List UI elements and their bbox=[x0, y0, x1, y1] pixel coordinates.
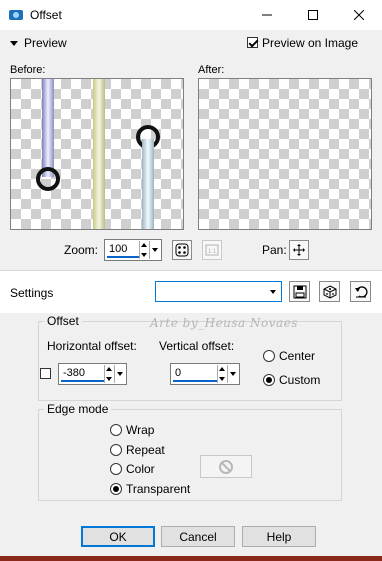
edge-repeat-label: Repeat bbox=[126, 442, 165, 457]
collapse-triangle-icon bbox=[10, 41, 18, 47]
horizontal-offset-label: Horizontal offset: bbox=[47, 339, 137, 353]
radio-selected-icon bbox=[263, 373, 275, 386]
zoom-label: Zoom: bbox=[64, 243, 99, 257]
offset-center-radio[interactable]: Center bbox=[263, 348, 315, 363]
settings-label: Settings bbox=[10, 286, 54, 300]
horizontal-offset-dropdown-arrow[interactable] bbox=[114, 365, 125, 383]
radio-icon bbox=[110, 462, 122, 475]
watermark-text: Arte by_Heusa Novaes bbox=[150, 316, 298, 330]
before-preview-image bbox=[36, 79, 160, 229]
zoom-to-fit-button[interactable] bbox=[172, 240, 192, 260]
vertical-offset-dropdown-arrow[interactable] bbox=[227, 365, 238, 383]
zoom-fit-icon bbox=[175, 243, 189, 257]
cancel-button[interactable]: Cancel bbox=[161, 526, 235, 547]
vertical-offset-spin-arrows[interactable] bbox=[217, 365, 227, 383]
dice-icon bbox=[323, 284, 336, 299]
horizontal-offset-value: -380 bbox=[63, 367, 86, 379]
maximize-button[interactable] bbox=[290, 0, 336, 30]
after-label: After: bbox=[198, 64, 225, 76]
help-button[interactable]: Help bbox=[242, 526, 316, 547]
offset-custom-label: Custom bbox=[279, 372, 321, 387]
reset-icon bbox=[354, 285, 368, 298]
zoom-spinbox[interactable]: 100 bbox=[104, 239, 162, 261]
preview-on-image-checkbox[interactable]: Preview on Image bbox=[246, 35, 358, 50]
horizontal-offset-spinbox[interactable]: -380 bbox=[58, 363, 127, 385]
edge-mode-group-label: Edge mode bbox=[44, 402, 112, 416]
no-color-icon bbox=[219, 459, 233, 474]
radio-selected-icon bbox=[110, 482, 122, 495]
move-arrows-icon bbox=[293, 244, 305, 256]
svg-text:1:1: 1:1 bbox=[208, 249, 217, 255]
radio-icon bbox=[110, 423, 122, 436]
minimize-icon bbox=[262, 14, 272, 16]
pan-button[interactable] bbox=[289, 240, 309, 260]
edge-color-radio[interactable]: Color bbox=[110, 461, 155, 476]
zoom-value: 100 bbox=[109, 243, 128, 255]
window-title: Offset bbox=[30, 8, 62, 22]
pan-label: Pan: bbox=[262, 243, 287, 257]
vertical-offset-value: 0 bbox=[175, 367, 182, 379]
zoom-dropdown-arrow[interactable] bbox=[149, 241, 160, 259]
before-label: Before: bbox=[10, 64, 46, 76]
edge-color-swatch[interactable] bbox=[200, 455, 252, 478]
save-preset-button[interactable] bbox=[289, 281, 310, 302]
before-preview-pane[interactable] bbox=[10, 78, 184, 230]
vertical-offset-spinbox[interactable]: 0 bbox=[170, 363, 240, 385]
actual-size-icon: 1:1 bbox=[205, 244, 219, 256]
horizontal-offset-spin-arrows[interactable] bbox=[104, 365, 114, 383]
reset-button[interactable] bbox=[350, 281, 371, 302]
radio-icon bbox=[263, 349, 275, 362]
maximize-icon bbox=[308, 10, 318, 20]
window-bottom-edge bbox=[0, 556, 382, 561]
offset-custom-radio[interactable]: Custom bbox=[263, 372, 320, 387]
app-logo-icon bbox=[8, 7, 24, 23]
preview-header-label: Preview bbox=[24, 36, 67, 50]
save-icon bbox=[293, 285, 306, 298]
edge-color-label: Color bbox=[126, 461, 155, 476]
offset-center-label: Center bbox=[279, 348, 316, 363]
checkbox-icon bbox=[40, 368, 51, 380]
edge-repeat-radio[interactable]: Repeat bbox=[110, 442, 165, 457]
radio-icon bbox=[110, 443, 122, 456]
zoom-actual-size-button[interactable]: 1:1 bbox=[202, 240, 222, 260]
edge-wrap-label: Wrap bbox=[126, 422, 155, 437]
horizontal-offset-slider-indicator bbox=[61, 380, 104, 382]
preview-toggle[interactable]: Preview bbox=[10, 36, 67, 50]
vertical-offset-slider-indicator bbox=[173, 380, 217, 382]
close-button[interactable] bbox=[336, 0, 382, 30]
link-checkbox[interactable] bbox=[40, 366, 51, 380]
zoom-slider-indicator bbox=[107, 256, 139, 258]
minimize-button[interactable] bbox=[244, 0, 290, 30]
ok-button[interactable]: OK bbox=[81, 526, 155, 547]
preset-dropdown-arrow[interactable] bbox=[268, 283, 280, 300]
offset-group-label: Offset bbox=[44, 314, 82, 328]
edge-transparent-radio[interactable]: Transparent bbox=[110, 481, 190, 496]
randomize-button[interactable] bbox=[319, 281, 340, 302]
close-icon bbox=[354, 10, 364, 20]
checkbox-icon bbox=[246, 37, 258, 49]
preset-select[interactable] bbox=[155, 281, 282, 302]
zoom-spin-arrows[interactable] bbox=[139, 241, 149, 259]
preview-on-image-label: Preview on Image bbox=[261, 35, 358, 50]
edge-transparent-label: Transparent bbox=[126, 481, 191, 496]
vertical-offset-label: Vertical offset: bbox=[159, 339, 235, 353]
after-preview-pane[interactable] bbox=[198, 78, 372, 230]
edge-wrap-radio[interactable]: Wrap bbox=[110, 422, 154, 437]
